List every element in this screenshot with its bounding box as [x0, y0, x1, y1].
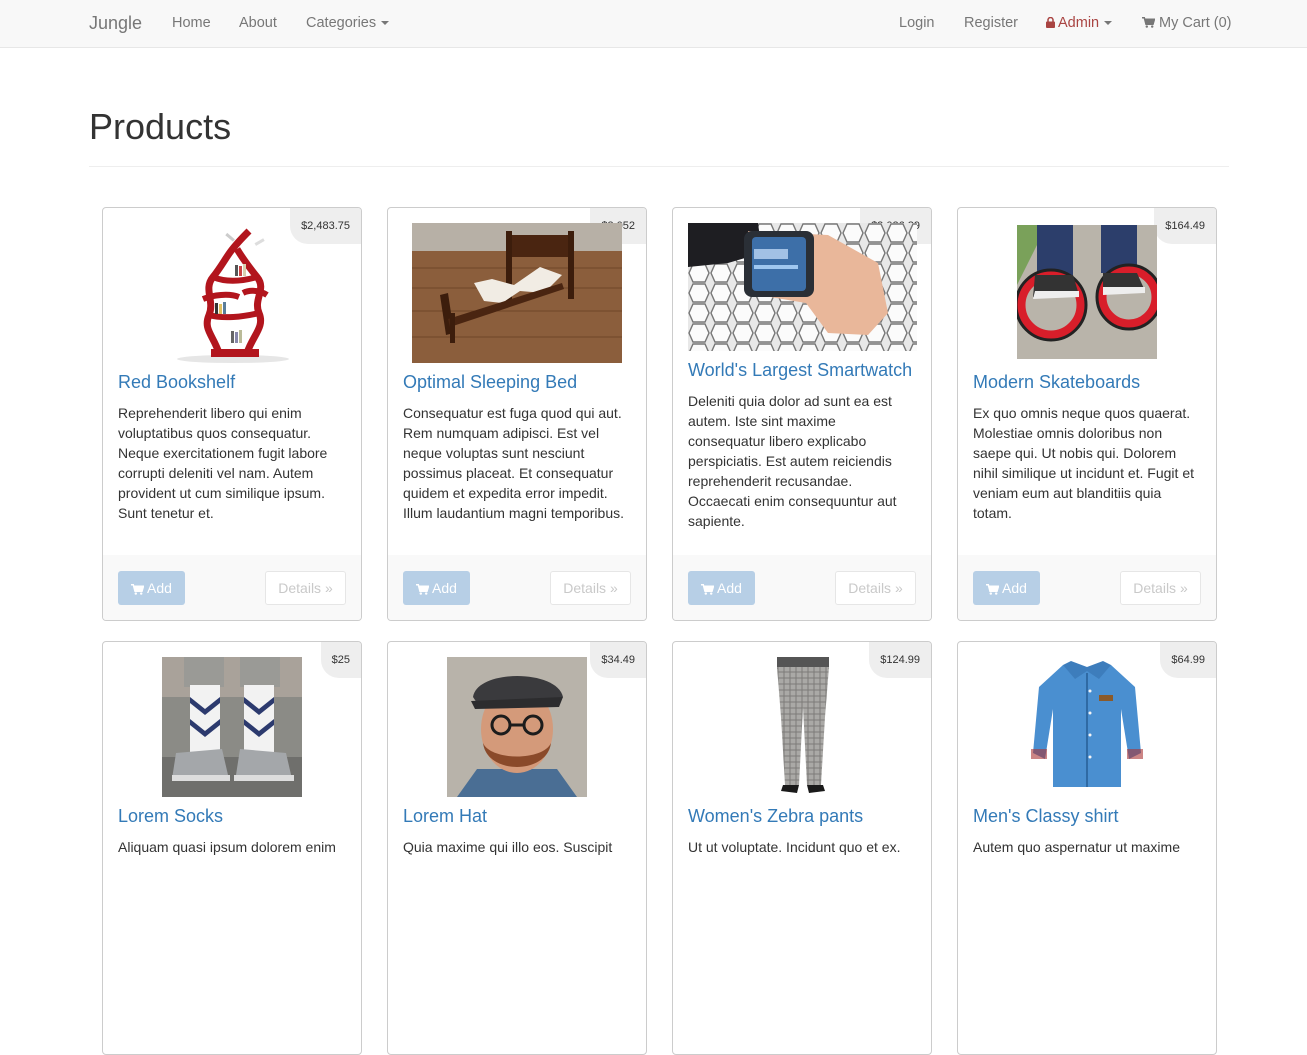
- product-name-link[interactable]: Red Bookshelf: [118, 371, 353, 393]
- product-card: $25 Lorem Socks Aliquam quasi ipsum dolo…: [102, 641, 362, 1055]
- cart-icon: [701, 584, 715, 595]
- add-to-cart-button[interactable]: Add: [118, 571, 185, 605]
- product-image[interactable]: [412, 223, 622, 363]
- top-navbar: Jungle Home About Categories Login Regis…: [0, 0, 1307, 48]
- details-button[interactable]: Details »: [265, 571, 346, 605]
- product-description: Ex quo omnis neque quos quaerat. Molesti…: [973, 405, 1194, 521]
- product-card: $164.49 Modern Skateboards Ex quo omnis …: [957, 207, 1217, 621]
- product-card: $124.99 Women's Zebra pants Ut ut volupt…: [672, 641, 932, 1055]
- product-description: Autem quo aspernatur ut maxime: [973, 839, 1180, 855]
- add-to-cart-button[interactable]: Add: [688, 571, 755, 605]
- product-card: $64.99 Men's Classy shirt Autem quo aspe…: [957, 641, 1217, 1055]
- product-image[interactable]: [162, 657, 302, 797]
- add-label: Add: [717, 580, 742, 596]
- product-image[interactable]: [763, 657, 843, 797]
- product-image[interactable]: [1017, 657, 1157, 797]
- price-badge: $64.99: [1160, 642, 1216, 678]
- product-image[interactable]: [1017, 225, 1157, 359]
- categories-label: Categories: [306, 15, 377, 31]
- login-link[interactable]: Login: [899, 0, 934, 47]
- product-name-link[interactable]: Lorem Hat: [403, 805, 638, 827]
- product-name-link[interactable]: World's Largest Smartwatch: [688, 359, 923, 381]
- categories-dropdown[interactable]: Categories: [306, 0, 390, 47]
- product-description: Aliquam quasi ipsum dolorem enim: [118, 839, 336, 855]
- chevron-down-icon: [1104, 21, 1113, 26]
- add-to-cart-button[interactable]: Add: [403, 571, 470, 605]
- cart-link[interactable]: My Cart (0): [1142, 0, 1232, 47]
- product-description: Consequatur est fuga quod qui aut. Rem n…: [403, 405, 624, 521]
- cart-icon: [1142, 17, 1155, 28]
- nav-home-link[interactable]: Home: [172, 0, 211, 47]
- lock-icon: [1046, 17, 1055, 28]
- product-description: Reprehenderit libero qui enim voluptatib…: [118, 405, 328, 521]
- details-button[interactable]: Details »: [835, 571, 916, 605]
- details-button[interactable]: Details »: [1120, 571, 1201, 605]
- brand-link[interactable]: Jungle: [89, 0, 142, 47]
- card-footer: Add Details »: [958, 555, 1216, 620]
- price-badge: $124.99: [869, 642, 931, 678]
- admin-dropdown[interactable]: Admin: [1046, 0, 1113, 47]
- details-button[interactable]: Details »: [550, 571, 631, 605]
- add-to-cart-button[interactable]: Add: [973, 571, 1040, 605]
- price-badge: $2,483.75: [290, 208, 361, 244]
- register-link[interactable]: Register: [964, 0, 1018, 47]
- product-description: Quia maxime qui illo eos. Suscipit: [403, 839, 613, 855]
- product-card: $34.49 Lorem Hat Quia maxime qui illo eo…: [387, 641, 647, 1055]
- cart-icon: [986, 584, 1000, 595]
- product-name-link[interactable]: Modern Skateboards: [973, 371, 1208, 393]
- product-name-link[interactable]: Men's Classy shirt: [973, 805, 1208, 827]
- page-title: Products: [89, 106, 232, 147]
- add-label: Add: [432, 580, 457, 596]
- product-description: Deleniti quia dolor ad sunt ea est autem…: [688, 393, 897, 529]
- chevron-down-icon: [381, 21, 390, 26]
- price-badge: $25: [320, 642, 361, 678]
- nav-about-link[interactable]: About: [239, 0, 277, 47]
- add-label: Add: [147, 580, 172, 596]
- cart-label: My Cart (0): [1159, 15, 1232, 31]
- price-badge: $164.49: [1154, 208, 1216, 244]
- product-description: Ut ut voluptate. Incidunt quo et ex.: [688, 839, 901, 855]
- price-badge: $34.49: [590, 642, 646, 678]
- product-image[interactable]: [447, 657, 587, 797]
- product-name-link[interactable]: Optimal Sleeping Bed: [403, 371, 638, 393]
- product-name-link[interactable]: Women's Zebra pants: [688, 805, 923, 827]
- add-label: Add: [1002, 580, 1027, 596]
- card-footer: Add Details »: [388, 555, 646, 620]
- product-image[interactable]: [688, 223, 917, 351]
- cart-icon: [416, 584, 430, 595]
- product-card: $2,026.29 World's Largest Smartwatch Del…: [672, 207, 932, 621]
- product-name-link[interactable]: Lorem Socks: [118, 805, 353, 827]
- product-card: $3,052 Optimal Sleeping Bed Consequatur …: [387, 207, 647, 621]
- cart-icon: [131, 584, 145, 595]
- product-card: $2,483.75 Red Bookshelf Reprehenderit li…: [102, 207, 362, 621]
- product-image[interactable]: [173, 223, 293, 363]
- admin-label: Admin: [1058, 15, 1100, 31]
- title-divider: [89, 166, 1229, 167]
- card-footer: Add Details »: [103, 555, 361, 620]
- card-footer: Add Details »: [673, 555, 931, 620]
